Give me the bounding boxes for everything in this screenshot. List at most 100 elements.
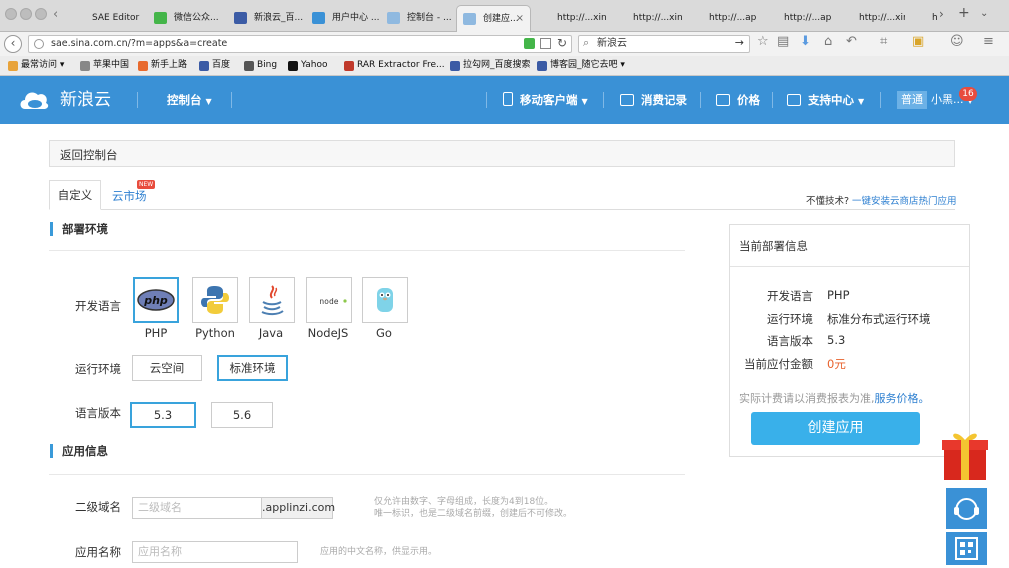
brand-name[interactable]: 新浪云 (60, 76, 111, 124)
bookmark-item[interactable]: 拉勾网_百度搜索 (448, 56, 531, 76)
bookmark-item[interactable]: Yahoo (286, 56, 328, 76)
browser-tab[interactable]: http://...api.php (683, 5, 757, 32)
shield-icon[interactable] (524, 38, 535, 49)
extension-icon[interactable]: ▣ (912, 34, 924, 50)
home-icon[interactable]: ⌂ (824, 34, 832, 50)
browser-tab[interactable]: http://...xin.php (833, 5, 905, 32)
browser-tab[interactable]: 控制台 - ... (381, 5, 454, 32)
lang-go-option[interactable] (362, 277, 408, 323)
browser-tab[interactable]: 用户中心 ... (306, 5, 379, 32)
bookmark-item[interactable]: 苹果中国 (78, 56, 129, 76)
bookmark-item[interactable]: 百度 (197, 56, 230, 76)
browser-tab[interactable]: SAE Editor (66, 5, 146, 32)
nav-billing-label: 消费记录 (641, 93, 687, 107)
back-to-console-bar[interactable]: 返回控制台 (49, 140, 955, 167)
reload-icon[interactable]: ↻ (557, 35, 567, 51)
bookmark-favicon-icon (199, 61, 209, 71)
domain-input[interactable]: 二级域名 (132, 497, 262, 519)
browser-tab-label: http://...xin.php (633, 13, 682, 23)
tab-custom[interactable]: 自定义 (49, 180, 101, 210)
lang-nodejs-option[interactable]: node (306, 277, 352, 323)
version-5-3-option[interactable]: 5.3 (130, 402, 196, 428)
tab-list-icon[interactable]: ⌄ (980, 8, 988, 19)
close-tab-icon[interactable]: × (516, 6, 524, 32)
browser-tab[interactable]: 新浪云_百... (228, 5, 304, 32)
bookmark-item[interactable]: Bing (242, 56, 277, 76)
nav-billing[interactable]: 消费记录 (620, 76, 687, 124)
back-to-console-link[interactable]: 返回控制台 (60, 147, 118, 163)
service-price-link[interactable]: 服务价格。 (875, 392, 930, 405)
gift-icon[interactable] (940, 428, 990, 482)
section-divider (49, 250, 685, 251)
reading-list-icon[interactable]: ▤ (777, 34, 789, 50)
customer-service-button[interactable] (946, 488, 987, 529)
env-standard-option[interactable]: 标准环境 (217, 355, 288, 381)
browser-tab-label: http://...api.php (784, 13, 832, 23)
info-amount-key: 当前应付金额 (744, 357, 813, 371)
bookmark-item[interactable]: RAR Extractor Fre... (342, 56, 445, 76)
nav-support[interactable]: 支持中心 ▼ (787, 76, 864, 124)
qr-icon[interactable] (540, 38, 551, 49)
tabs-scroll-icon[interactable]: › (939, 7, 944, 21)
app-name-hint: 应用的中文名称，供显示用。 (320, 547, 438, 557)
bookmark-item[interactable]: 新手上路 (136, 56, 187, 76)
nav-console[interactable]: 控制台 ▼ (167, 76, 212, 124)
bookmark-item[interactable]: 最常访问 ▾ (6, 56, 64, 76)
chevron-down-icon: ▾ (57, 60, 65, 70)
smiley-icon[interactable]: ☺ (950, 34, 964, 50)
lang-php-name: PHP (144, 326, 168, 340)
back-icon[interactable]: ‹ (4, 35, 22, 53)
domain-hint-2: 唯一标识，也是二级域名前缀，创建后不可修改。 (374, 509, 573, 519)
zoom-window-button[interactable] (35, 8, 47, 20)
browser-tab-label: 创建应... (483, 14, 519, 24)
tabs-back-icon[interactable]: ‹ (53, 7, 58, 22)
menu-icon[interactable]: ≡ (983, 34, 994, 50)
minimize-window-button[interactable] (20, 8, 32, 20)
chevron-down-icon: ▼ (581, 97, 588, 106)
create-app-button[interactable]: 创建应用 (751, 412, 920, 445)
env-cloud-space-option[interactable]: 云空间 (132, 355, 202, 381)
tab-market[interactable]: 云市场 (112, 188, 147, 204)
close-window-button[interactable] (5, 8, 17, 20)
crop-icon[interactable]: ⌗ (880, 34, 887, 50)
address-toolbar: ‹ sae.sina.com.cn/?m=apps&a=create ↻ ⌕ 新… (0, 32, 1009, 56)
browser-tab[interactable]: http://...xin.php (607, 5, 682, 32)
qrcode-button[interactable] (946, 532, 987, 565)
search-input[interactable]: ⌕ 新浪云 → (578, 35, 750, 53)
one-click-install-link[interactable]: 一键安装云商店热门应用 (852, 193, 957, 207)
browser-tab[interactable]: http://...xin.php (531, 5, 606, 32)
nav-mobile[interactable]: 移动客户端 ▼ (503, 76, 588, 124)
lang-java-option[interactable] (249, 277, 295, 323)
nodejs-icon: node (319, 297, 347, 306)
undo-icon[interactable]: ↶ (846, 34, 857, 50)
section-divider (49, 474, 685, 475)
browser-tab-bar: ‹ SAE Editor 微信公众... 新浪云_百... 用户中心 ... 控制台 -… (0, 0, 1009, 32)
notification-count-badge[interactable]: 16 (959, 87, 977, 101)
app-name-input[interactable]: 应用名称 (132, 541, 298, 563)
lang-python-option[interactable] (192, 277, 238, 323)
nav-price[interactable]: 价格 (716, 76, 760, 124)
browser-tab[interactable]: 微信公众... (148, 5, 226, 32)
billing-note: 实际计费请以消费报表为准,服务价格。 (739, 390, 930, 406)
browser-tab-label: http://...xin.php (859, 13, 905, 23)
bookmark-label: Yahoo (301, 60, 328, 70)
search-go-icon[interactable]: → (735, 35, 744, 51)
browser-tab[interactable]: http://...api.php (758, 5, 832, 32)
bookmark-item[interactable]: 博客园_随它去吧 ▾ (535, 56, 625, 76)
new-tab-icon[interactable]: + (958, 5, 970, 21)
price-icon (716, 94, 730, 106)
lang-php-option[interactable]: php (133, 277, 179, 323)
download-icon[interactable]: ⬇ (800, 34, 811, 50)
nav-support-label: 支持中心 (808, 93, 854, 107)
tab-favicon-icon (72, 12, 85, 24)
browser-tab-label: http://...api.php (709, 13, 757, 23)
version-5-6-option[interactable]: 5.6 (211, 402, 273, 428)
tab-favicon-icon (764, 12, 777, 24)
browser-tab[interactable]: http: (906, 5, 938, 32)
nav-price-label: 价格 (737, 93, 760, 107)
info-icon[interactable] (34, 39, 44, 49)
browser-tab[interactable]: 创建应... × (456, 5, 531, 32)
url-input[interactable]: sae.sina.com.cn/?m=apps&a=create ↻ (28, 35, 572, 53)
browser-tab-label: 新浪云_百... (254, 13, 304, 23)
bookmark-star-icon[interactable]: ☆ (757, 34, 769, 50)
